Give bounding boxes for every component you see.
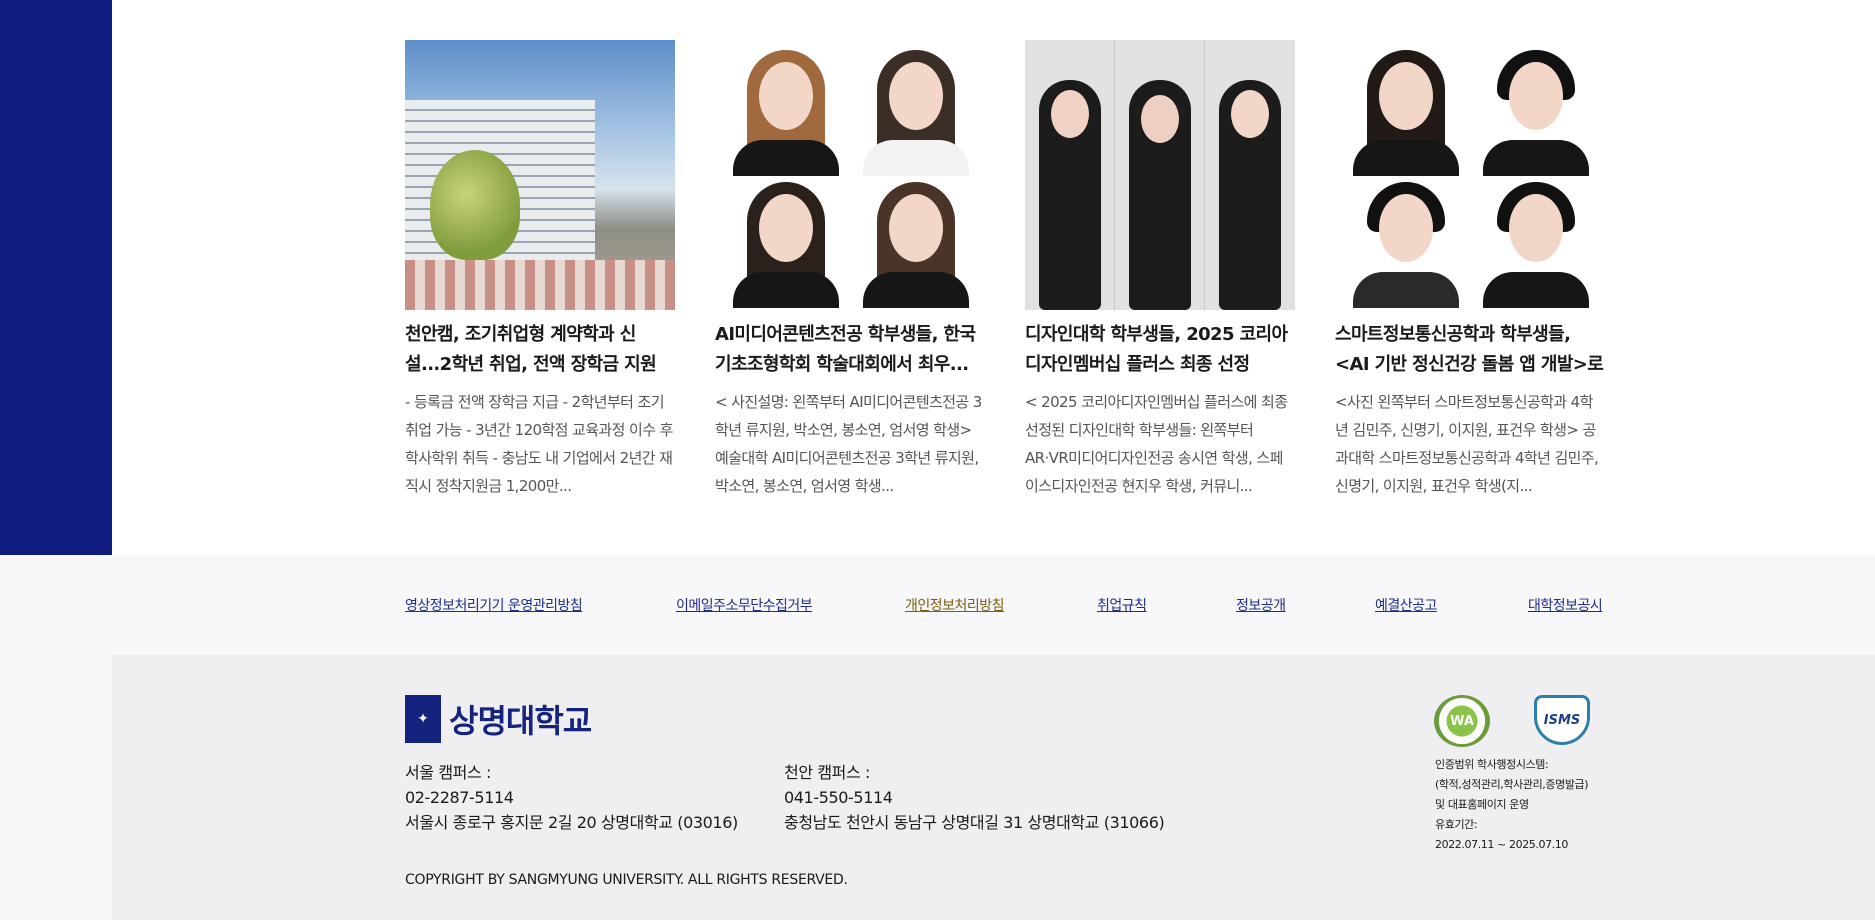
news-description: <사진 왼쪽부터 스마트정보통신공학과 4학년 김민주, 신명기, 이지원, 표… bbox=[1335, 393, 1599, 495]
news-thumbnail-engineering-students[interactable] bbox=[1335, 40, 1605, 310]
news-thumbnail-design-students[interactable] bbox=[1025, 40, 1295, 310]
news-card[interactable]: 천안캠, 조기취업형 계약학과 신설...2학년 취업, 전액 장학금 지원 -… bbox=[405, 40, 675, 500]
news-description: < 2025 코리아디자인멤버십 플러스에 최종 선정된 디자인대학 학부생들:… bbox=[1025, 393, 1288, 495]
emblem-icon: ✦ bbox=[405, 695, 441, 743]
news-title[interactable]: AI미디어콘텐츠전공 학부생들, 한국기초조형학회 학술대회에서 최우... bbox=[715, 320, 985, 380]
link-employment-rules[interactable]: 취업규칙 bbox=[1097, 595, 1147, 615]
certification-info: 인증범위 학사행정시스템: (학적,성적관리,학사관리,증명발급) 및 대표홈페… bbox=[1435, 758, 1589, 851]
news-card[interactable]: 디자인대학 학부생들, 2025 코리아디자인멤버십 플러스 최종 선정 < 2… bbox=[1025, 40, 1295, 500]
news-description: - 등록금 전액 장학금 지급 - 2학년부터 조기 취업 가능 - 3년간 1… bbox=[405, 393, 673, 495]
copyright: COPYRIGHT BY SANGMYUNG UNIVERSITY. ALL R… bbox=[405, 872, 848, 888]
left-band-bottom bbox=[0, 555, 112, 920]
seoul-campus-info: 서울 캠퍼스 : 02-2287-5114 서울시 종로구 홍지문 2길 20 … bbox=[405, 763, 738, 832]
news-list: 천안캠, 조기취업형 계약학과 신설...2학년 취업, 전액 장학금 지원 -… bbox=[405, 40, 1605, 500]
cheonan-campus-info: 천안 캠퍼스 : 041-550-5114 충청남도 천안시 동남구 상명대길 … bbox=[784, 763, 1165, 832]
news-thumbnail-student-portraits[interactable] bbox=[715, 40, 985, 310]
isms-certification-badge-icon: ISMS bbox=[1534, 695, 1590, 745]
footer-links: 영상정보처리기기 운영관리방침 이메일주소무단수집거부 개인정보처리방침 취업규… bbox=[112, 555, 1875, 655]
link-budget-notice[interactable]: 예결산공고 bbox=[1375, 595, 1437, 615]
link-information-disclosure[interactable]: 정보공개 bbox=[1236, 595, 1286, 615]
news-card[interactable]: AI미디어콘텐츠전공 학부생들, 한국기초조형학회 학술대회에서 최우... <… bbox=[715, 40, 985, 500]
news-title[interactable]: 천안캠, 조기취업형 계약학과 신설...2학년 취업, 전액 장학금 지원 bbox=[405, 320, 675, 380]
news-card[interactable]: 스마트정보통신공학과 학부생들, <AI 기반 정신건강 돌봄 앱 개발>로 우… bbox=[1335, 40, 1605, 500]
left-accent-band bbox=[0, 0, 112, 555]
link-university-disclosure[interactable]: 대학정보공시 bbox=[1528, 595, 1603, 615]
site-footer: ✦ 상명대학교 서울 캠퍼스 : 02-2287-5114 서울시 종로구 홍지… bbox=[112, 655, 1875, 920]
university-logo[interactable]: ✦ 상명대학교 bbox=[405, 695, 592, 743]
wa-certification-badge-icon: WA bbox=[1434, 695, 1490, 747]
link-cctv-policy[interactable]: 영상정보처리기기 운영관리방침 bbox=[405, 595, 583, 615]
news-thumbnail-campus-building[interactable] bbox=[405, 40, 675, 310]
news-description: < 사진설명: 왼쪽부터 AI미디어콘텐츠전공 3학년 류지원, 박소연, 봉소… bbox=[715, 393, 982, 495]
link-email-refusal[interactable]: 이메일주소무단수집거부 bbox=[676, 595, 813, 615]
news-title[interactable]: 디자인대학 학부생들, 2025 코리아디자인멤버십 플러스 최종 선정 bbox=[1025, 320, 1295, 380]
link-privacy-policy[interactable]: 개인정보처리방침 bbox=[905, 595, 1005, 615]
news-title[interactable]: 스마트정보통신공학과 학부생들, <AI 기반 정신건강 돌봄 앱 개발>로 우… bbox=[1335, 320, 1605, 380]
